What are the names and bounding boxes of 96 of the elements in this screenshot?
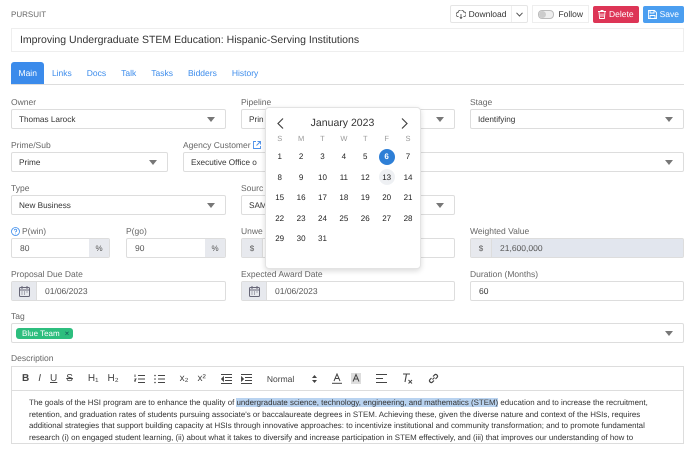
field-label: Sourc xyxy=(241,183,264,193)
up-down-arrows-icon xyxy=(312,374,318,382)
tag-label: Blue Team xyxy=(22,328,60,338)
format-button[interactable]: S xyxy=(66,373,73,384)
calendar-day[interactable]: 10 xyxy=(314,169,330,186)
calendar-day[interactable]: 28 xyxy=(400,210,416,226)
caret-icon xyxy=(665,116,673,122)
bullet-list-icon[interactable] xyxy=(154,374,165,384)
section-title: PURSUIT xyxy=(11,10,46,18)
download-button[interactable]: Download xyxy=(450,5,528,23)
dropdown[interactable]: Thomas Larock xyxy=(11,109,226,129)
calendar-day[interactable]: 15 xyxy=(272,190,288,206)
caret-icon xyxy=(436,202,444,208)
help-icon[interactable] xyxy=(11,226,20,236)
field-label: Stage xyxy=(470,97,494,107)
field-label: Pipeline xyxy=(241,97,272,107)
outdent-icon[interactable] xyxy=(220,374,232,384)
calendar-day[interactable]: 25 xyxy=(336,210,352,226)
dropdown[interactable]: Prime xyxy=(11,152,168,172)
field-label: Expected Award Date xyxy=(241,269,324,279)
month-title: January 2023 xyxy=(310,117,374,129)
align-icon[interactable] xyxy=(376,374,388,383)
caret-icon xyxy=(665,160,673,164)
format-button[interactable]: I xyxy=(38,373,42,384)
tab[interactable]: Bidders xyxy=(180,62,224,84)
tab[interactable]: Tasks xyxy=(144,62,181,84)
tab[interactable]: Links xyxy=(44,62,80,84)
dropdown[interactable]: New Business xyxy=(11,195,226,215)
calendar-day[interactable]: 22 xyxy=(272,210,288,226)
calendar-day[interactable]: 19 xyxy=(357,190,374,206)
currency-addon: $ xyxy=(242,239,263,257)
caret-icon xyxy=(665,330,673,336)
calendar-day[interactable]: 8 xyxy=(272,169,288,186)
chevron-left-icon[interactable] xyxy=(277,118,284,128)
calendar-day[interactable]: 12 xyxy=(357,169,374,186)
field-label: Duration (Months) xyxy=(470,269,540,279)
delete-button[interactable]: Delete xyxy=(593,6,639,22)
field-label: Owner xyxy=(11,97,38,107)
calendar-day[interactable]: 6 xyxy=(378,148,395,165)
text-color-icon[interactable] xyxy=(332,373,342,384)
numbered-list-icon[interactable] xyxy=(134,374,145,384)
input-field[interactable]: 60 xyxy=(470,281,684,301)
tab[interactable]: History xyxy=(224,62,266,84)
link-icon[interactable] xyxy=(428,373,440,384)
header-dropdown[interactable]: Normal xyxy=(266,374,318,384)
caret-icon xyxy=(149,160,157,164)
calendar-day[interactable]: 23 xyxy=(293,210,310,226)
calendar-day[interactable]: 14 xyxy=(400,169,416,186)
calendar-day[interactable]: 20 xyxy=(378,190,395,206)
cloud-download-icon xyxy=(456,10,466,18)
field-label: Proposal Due Date xyxy=(11,269,84,279)
script-button[interactable]: x₂ xyxy=(180,373,189,384)
chevron-down-icon xyxy=(516,12,524,16)
format-button[interactable]: H₂ xyxy=(108,373,119,384)
calendar-day[interactable]: 27 xyxy=(378,210,395,226)
format-button[interactable]: U xyxy=(50,373,58,384)
dropdown[interactable]: Identifying xyxy=(470,109,684,129)
field-label: Unwe xyxy=(241,226,264,236)
field-label: Weighted Value xyxy=(470,226,530,236)
field-label: Type xyxy=(11,183,30,193)
remove-tag-button[interactable]: × xyxy=(64,328,70,338)
indent-icon[interactable] xyxy=(240,374,252,384)
chevron-right-icon[interactable] xyxy=(400,118,408,128)
caret-icon xyxy=(207,116,215,122)
toggle-switch[interactable] xyxy=(538,10,554,18)
field-label: P(go) xyxy=(126,226,148,236)
calendar-day[interactable]: 21 xyxy=(400,190,416,206)
tag-select[interactable]: Blue Team × xyxy=(11,323,684,343)
format-button[interactable]: B xyxy=(22,373,30,384)
calendar-day[interactable]: 31 xyxy=(314,230,330,247)
calendar-day[interactable]: 24 xyxy=(314,210,330,226)
calendar-day[interactable]: 30 xyxy=(293,230,310,247)
trash-icon xyxy=(598,10,606,18)
script-button[interactable]: x² xyxy=(198,373,206,384)
calendar-day[interactable]: 18 xyxy=(336,190,352,206)
calendar-day[interactable]: 16 xyxy=(293,190,310,206)
calendar-day[interactable]: 9 xyxy=(293,169,310,186)
follow-toggle[interactable]: Follow xyxy=(532,5,590,23)
calendar-day[interactable]: 26 xyxy=(357,210,374,226)
calendar-day[interactable]: 17 xyxy=(314,190,330,206)
field-label: Tag xyxy=(11,311,26,321)
clear-format-icon[interactable] xyxy=(402,373,414,384)
field-label: P(win) xyxy=(22,226,46,236)
field-label: Description xyxy=(11,353,55,363)
calendar-day[interactable]: 11 xyxy=(336,169,352,186)
calendar-day[interactable]: 13 xyxy=(378,169,395,186)
tab[interactable]: Talk xyxy=(114,62,144,84)
external-link-icon[interactable] xyxy=(252,141,261,149)
field-label: Agency Customer xyxy=(183,140,251,150)
format-button[interactable]: H₁ xyxy=(88,373,99,384)
caret-icon xyxy=(436,116,444,122)
caret-icon xyxy=(207,202,215,208)
background-color-icon[interactable] xyxy=(351,373,362,384)
calendar-day[interactable]: 29 xyxy=(272,230,288,247)
title-field[interactable]: Improving Undergraduate STEM Education: Hispanic-Serving Institutions xyxy=(11,28,684,52)
field-label: Prime/Sub xyxy=(11,140,52,150)
